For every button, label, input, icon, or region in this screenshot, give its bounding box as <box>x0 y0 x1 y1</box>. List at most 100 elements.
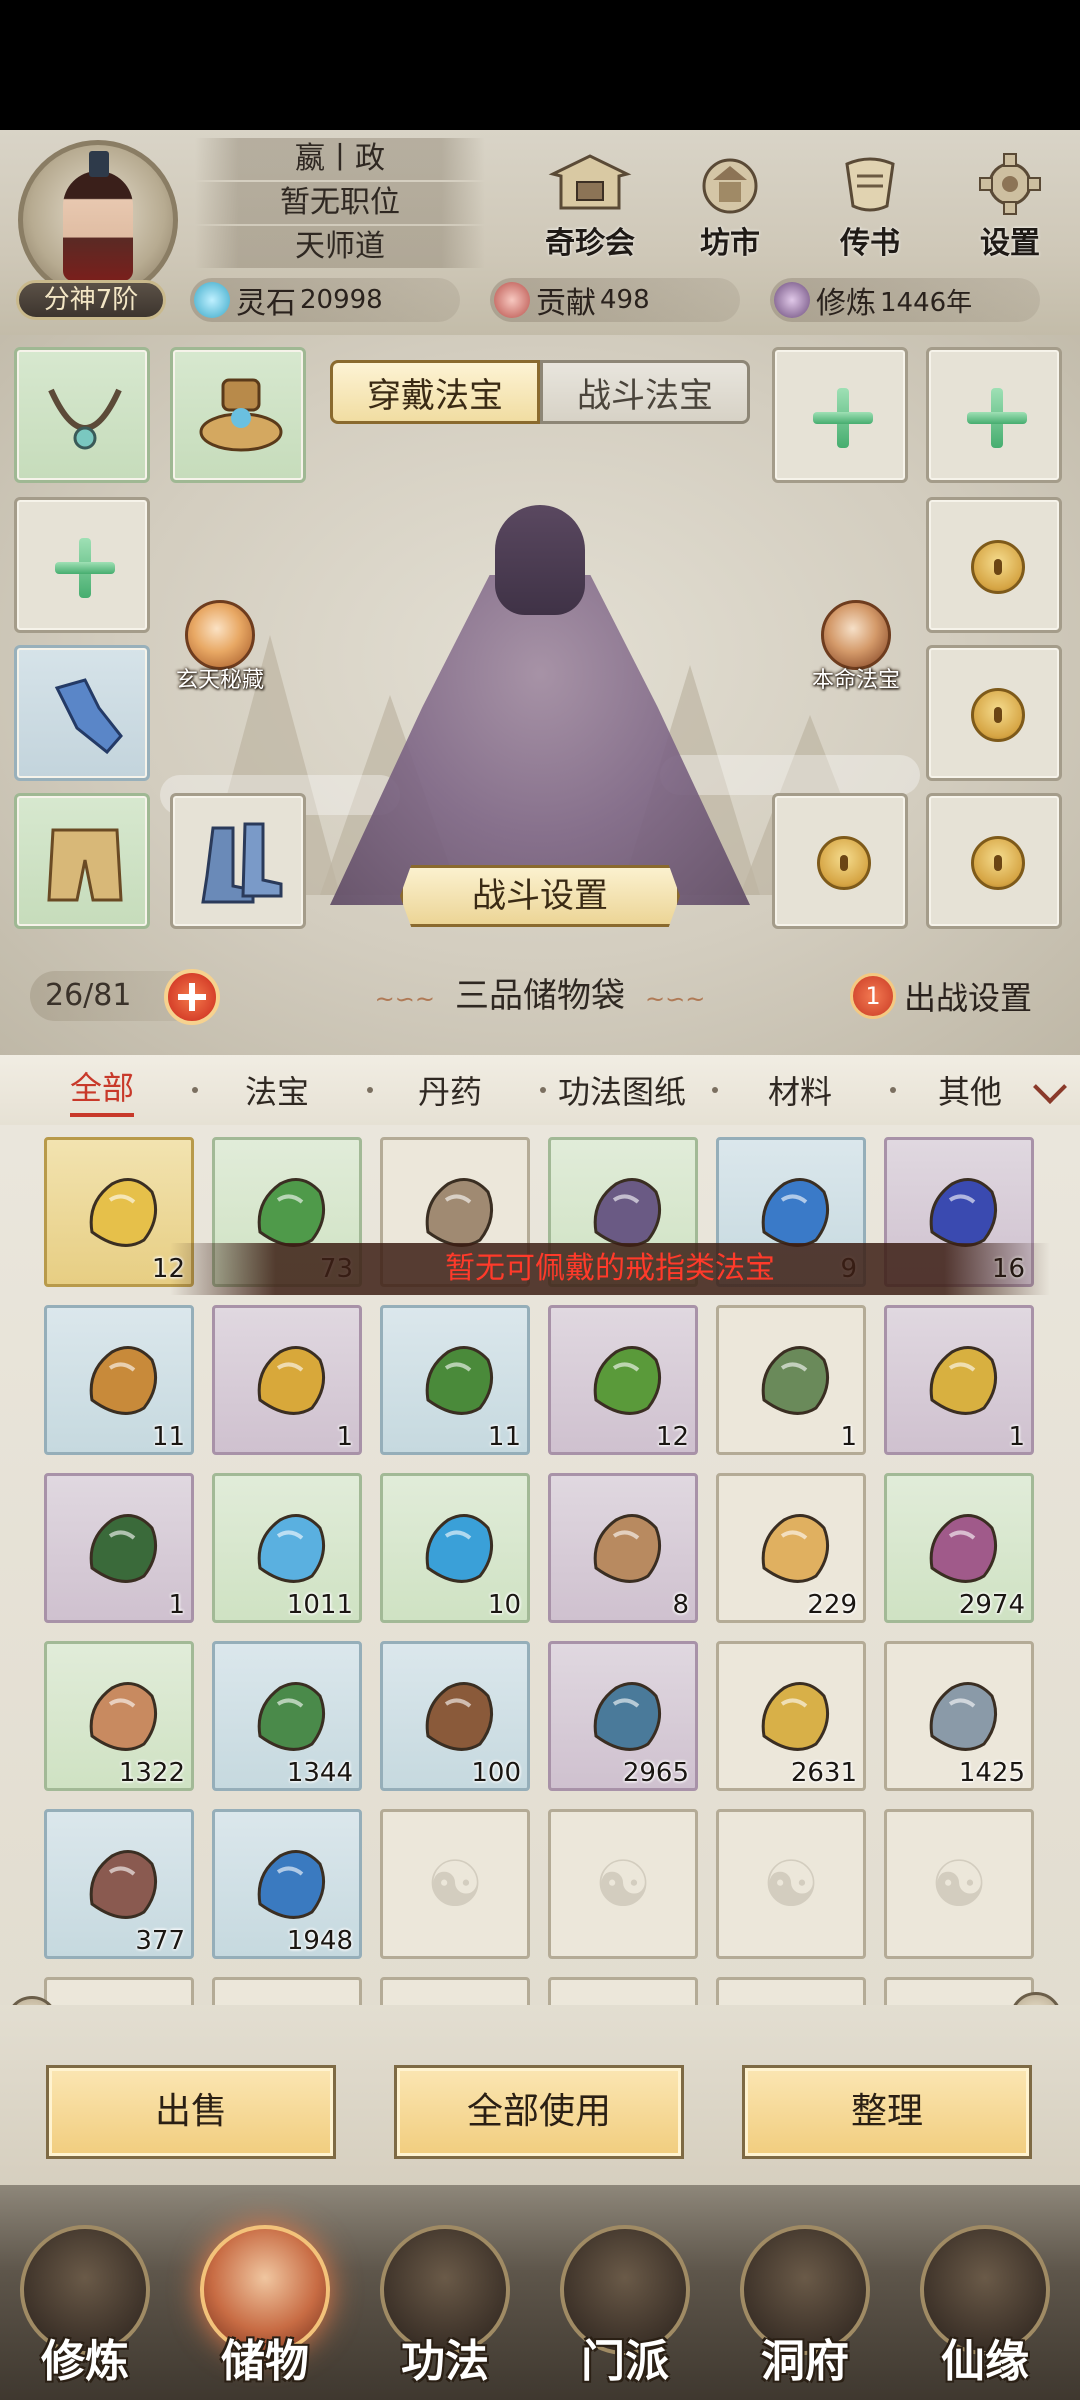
tab-materials[interactable]: 材料 <box>768 1067 832 1113</box>
nav-cultivate[interactable]: 修炼 <box>10 2225 160 2395</box>
locked-slot[interactable] <box>926 497 1062 633</box>
jade-glove-item <box>744 1330 844 1430</box>
sort-button[interactable]: 整理 <box>742 2065 1032 2159</box>
battle-settings-button[interactable]: 战斗设置 <box>400 865 680 927</box>
market-icon <box>702 158 758 214</box>
necklace-icon <box>48 388 122 450</box>
lock-icon <box>817 836 871 890</box>
treasure-pavilion-button[interactable]: 奇珍会 <box>535 150 645 270</box>
empty-inventory-slot[interactable] <box>548 1977 698 2005</box>
white-flower-item <box>240 1666 340 1766</box>
contribution-label: 贡献 <box>536 286 596 321</box>
bag-title-text: 三品储物袋 <box>455 976 625 1016</box>
tab-technique-scrolls[interactable]: 功法图纸 <box>558 1067 686 1113</box>
nav-label: 仙缘 <box>941 2336 1029 2387</box>
player-sect-path: 天师道 <box>195 226 485 268</box>
avatar[interactable]: 分神7阶 <box>8 140 188 320</box>
inventory-slot[interactable]: 8 <box>548 1473 698 1623</box>
inventory-slot[interactable]: 229 <box>716 1473 866 1623</box>
inventory-slot[interactable]: 12 <box>548 1305 698 1455</box>
empty-inventory-slot[interactable] <box>548 1809 698 1959</box>
empty-slot-add[interactable] <box>14 497 150 633</box>
item-count: 1344 <box>286 1758 353 1788</box>
contribution-counter: 贡献 498 <box>490 278 740 322</box>
purple-root-item <box>912 1498 1012 1598</box>
category-separator <box>367 1087 373 1093</box>
xuantian-vault-label: 玄天秘藏 <box>175 668 264 693</box>
nav-storage[interactable]: 储物 <box>190 2225 340 2395</box>
necklace-slot[interactable] <box>14 347 150 483</box>
use-all-button[interactable]: 全部使用 <box>394 2065 684 2159</box>
inventory-slot[interactable]: 1948 <box>212 1809 362 1959</box>
inventory-slot[interactable]: 100 <box>380 1641 530 1791</box>
inventory-slot[interactable]: 1425 <box>884 1641 1034 1791</box>
item-count: 377 <box>135 1926 185 1956</box>
tab-other[interactable]: 其他 <box>938 1067 1002 1113</box>
inventory-slot[interactable]: 1 <box>212 1305 362 1455</box>
locked-slot[interactable] <box>772 793 908 929</box>
empty-inventory-slot[interactable] <box>44 1977 194 2005</box>
settings-button[interactable]: 设置 <box>955 150 1065 270</box>
empty-inventory-slot[interactable] <box>380 1809 530 1959</box>
locked-slot[interactable] <box>926 793 1062 929</box>
empty-slot-add[interactable] <box>926 347 1062 483</box>
nav-sect[interactable]: 门派 <box>550 2225 700 2395</box>
nav-cave-abode[interactable]: 洞府 <box>730 2225 880 2395</box>
inventory-slot[interactable]: 1 <box>884 1305 1034 1455</box>
avatar-portrait <box>63 171 133 281</box>
lock-icon <box>971 540 1025 594</box>
blue-crystal-item <box>240 1834 340 1934</box>
inventory-slot[interactable]: 10 <box>380 1473 530 1623</box>
blue-berry-branch-item <box>576 1666 676 1766</box>
nav-techniques[interactable]: 功法 <box>370 2225 520 2395</box>
pants-slot[interactable] <box>14 793 150 929</box>
inventory-slot[interactable]: 1011 <box>212 1473 362 1623</box>
inventory-slot[interactable]: 1 <box>716 1305 866 1455</box>
item-count: 1425 <box>958 1758 1025 1788</box>
locked-slot[interactable] <box>926 645 1062 781</box>
inventory-slot[interactable]: 11 <box>380 1305 530 1455</box>
chevron-down-icon[interactable] <box>1033 1070 1067 1104</box>
inventory-slot[interactable]: 1322 <box>44 1641 194 1791</box>
treasure-pavilion-label: 奇珍会 <box>545 226 635 261</box>
natal-treasure-button[interactable]: 本命法宝 <box>786 600 926 694</box>
tab-battle-treasures[interactable]: 战斗法宝 <box>540 360 750 424</box>
bag-title: 三品储物袋 <box>280 965 800 1027</box>
empty-inventory-slot[interactable] <box>884 1977 1034 2005</box>
deploy-count-badge: 1 <box>850 973 896 1019</box>
sell-button[interactable]: 出售 <box>46 2065 336 2159</box>
tab-all[interactable]: 全部 <box>70 1063 135 1117</box>
inventory-slot[interactable]: 2965 <box>548 1641 698 1791</box>
empty-inventory-slot[interactable] <box>380 1977 530 2005</box>
market-button[interactable]: 坊市 <box>675 150 785 270</box>
inventory-slot[interactable]: 1 <box>44 1473 194 1623</box>
category-separator <box>192 1087 198 1093</box>
inventory-slot[interactable]: 2974 <box>884 1473 1034 1623</box>
tab-pills[interactable]: 丹药 <box>418 1067 482 1113</box>
letter-button[interactable]: 传书 <box>815 150 925 270</box>
spirit-stone-value: 20998 <box>300 285 383 315</box>
empty-inventory-slot[interactable] <box>716 1977 866 2005</box>
empty-inventory-slot[interactable] <box>716 1809 866 1959</box>
inventory-slot[interactable]: 2631 <box>716 1641 866 1791</box>
expand-bag-button[interactable] <box>164 969 220 1025</box>
golden-grass-item <box>240 1330 340 1430</box>
gloves-slot[interactable] <box>14 645 150 781</box>
tab-worn-treasures[interactable]: 穿戴法宝 <box>330 360 540 424</box>
inventory-slot[interactable]: 1344 <box>212 1641 362 1791</box>
empty-inventory-slot[interactable] <box>212 1977 362 2005</box>
plus-icon <box>967 388 1027 448</box>
item-count: 1 <box>168 1590 185 1620</box>
item-count: 8 <box>672 1590 689 1620</box>
empty-inventory-slot[interactable] <box>884 1809 1034 1959</box>
inventory-slot[interactable]: 11 <box>44 1305 194 1455</box>
empty-slot-add[interactable] <box>772 347 908 483</box>
bag-header: 26/81 三品储物袋 1 出战设置 <box>0 965 1080 1035</box>
hat-slot[interactable] <box>170 347 306 483</box>
deploy-settings-button[interactable]: 1 出战设置 <box>850 969 1070 1023</box>
inventory-slot[interactable]: 377 <box>44 1809 194 1959</box>
boots-slot[interactable] <box>170 793 306 929</box>
tab-treasures[interactable]: 法宝 <box>245 1067 309 1113</box>
xuantian-vault-button[interactable]: 玄天秘藏 <box>150 600 290 694</box>
nav-fate[interactable]: 仙缘 <box>910 2225 1060 2395</box>
